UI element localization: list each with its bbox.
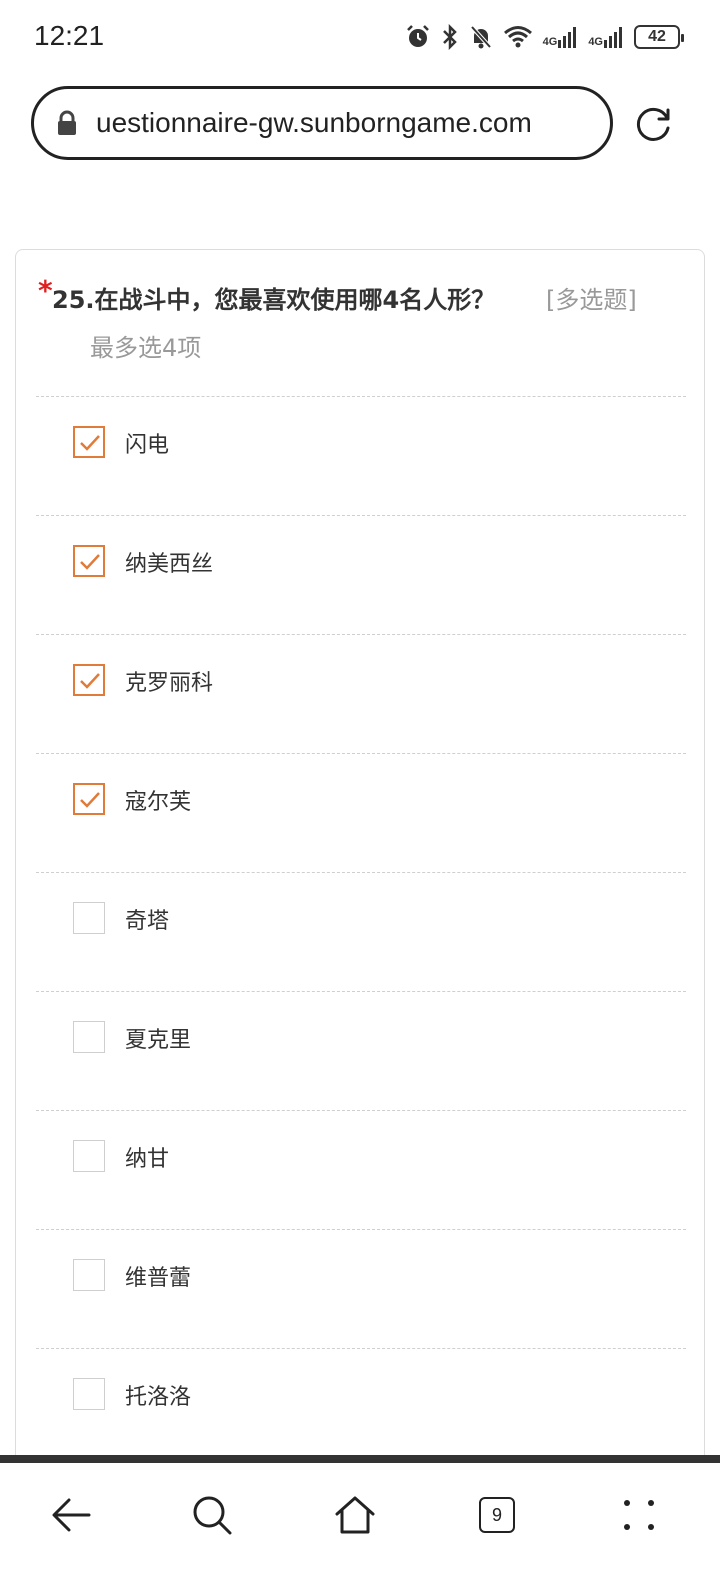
option-item[interactable]: 奇塔 — [36, 872, 686, 991]
option-item[interactable]: 维普蕾 — [36, 1229, 686, 1348]
question-type: [多选题] — [546, 286, 637, 314]
wifi-icon — [503, 26, 532, 48]
signal-icon: 4G — [543, 26, 579, 48]
bluetooth-icon — [442, 24, 457, 50]
tabs-button[interactable]: 9 — [473, 1491, 521, 1539]
check-icon — [80, 673, 100, 689]
home-icon — [335, 1496, 375, 1534]
battery-level: 42 — [648, 28, 666, 45]
more-icon — [624, 1500, 654, 1530]
option-item[interactable]: 闪电 — [36, 396, 686, 515]
checkbox[interactable] — [73, 545, 105, 577]
option-item[interactable]: 夏克里 — [36, 991, 686, 1110]
reload-icon — [636, 107, 670, 141]
checkbox[interactable] — [73, 426, 105, 458]
option-label[interactable]: 闪电 — [125, 427, 169, 459]
bottom-nav: 9 — [0, 1463, 720, 1588]
back-button[interactable] — [47, 1491, 95, 1539]
option-label[interactable]: 纳甘 — [125, 1141, 169, 1173]
url-text[interactable]: uestionnaire-gw.sunborngame.com — [96, 107, 532, 139]
alarm-icon — [406, 25, 429, 47]
more-button[interactable] — [615, 1491, 663, 1539]
option-label[interactable]: 寇尔芙 — [125, 784, 191, 816]
status-icons: 4G 4G 42 — [405, 22, 684, 52]
search-button[interactable] — [188, 1491, 236, 1539]
address-bar[interactable]: uestionnaire-gw.sunborngame.com — [31, 86, 613, 160]
lock-icon — [58, 110, 76, 135]
tabs-count: 9 — [491, 1504, 502, 1525]
status-time: 12:21 — [34, 20, 105, 51]
notifications-off-icon — [470, 25, 492, 49]
option-label[interactable]: 托洛洛 — [125, 1379, 191, 1411]
option-item[interactable]: 克罗丽科 — [36, 634, 686, 753]
option-item[interactable]: 纳甘 — [36, 1110, 686, 1229]
tabs-icon: 9 — [479, 1497, 515, 1533]
nav-divider — [0, 1455, 720, 1463]
network-type-label: 4G — [588, 36, 603, 48]
signal-icon: 4G — [588, 26, 624, 48]
question-text: 25.在战斗中，您最喜欢使用哪4名人形？ — [52, 286, 496, 314]
checkbox[interactable] — [73, 902, 105, 934]
checkbox[interactable] — [73, 1021, 105, 1053]
battery-icon: 42 — [634, 25, 684, 49]
back-arrow-icon — [52, 1498, 91, 1532]
checkbox[interactable] — [73, 1140, 105, 1172]
network-type-label: 4G — [542, 36, 558, 48]
status-bar: 12:21 4G 4G 42 — [0, 0, 720, 76]
checkbox[interactable] — [73, 783, 105, 815]
question-card: * 25.在战斗中，您最喜欢使用哪4名人形？ [多选题] 最多选4项 闪电 纳美… — [15, 249, 705, 1479]
home-button[interactable] — [331, 1491, 379, 1539]
question-hint: 最多选4项 — [90, 334, 202, 362]
checkbox[interactable] — [73, 1378, 105, 1410]
required-mark: * — [38, 274, 53, 307]
option-item[interactable]: 纳美西丝 — [36, 515, 686, 634]
option-label[interactable]: 纳美西丝 — [125, 546, 213, 578]
option-label[interactable]: 夏克里 — [125, 1022, 191, 1054]
check-icon — [80, 435, 100, 451]
checkbox[interactable] — [73, 664, 105, 696]
check-icon — [80, 554, 100, 570]
option-label[interactable]: 奇塔 — [125, 903, 169, 935]
option-item[interactable]: 寇尔芙 — [36, 753, 686, 872]
option-item[interactable]: 托洛洛 — [36, 1348, 686, 1467]
options-list: 闪电 纳美西丝 克罗丽科 寇尔芙 奇塔 夏克里 纳甘 维普蕾 托洛洛 — [36, 396, 686, 1467]
option-label[interactable]: 维普蕾 — [125, 1260, 191, 1292]
checkbox[interactable] — [73, 1259, 105, 1291]
reload-button[interactable] — [632, 102, 676, 146]
option-label[interactable]: 克罗丽科 — [125, 665, 213, 697]
check-icon — [80, 792, 100, 808]
search-icon — [193, 1496, 232, 1535]
